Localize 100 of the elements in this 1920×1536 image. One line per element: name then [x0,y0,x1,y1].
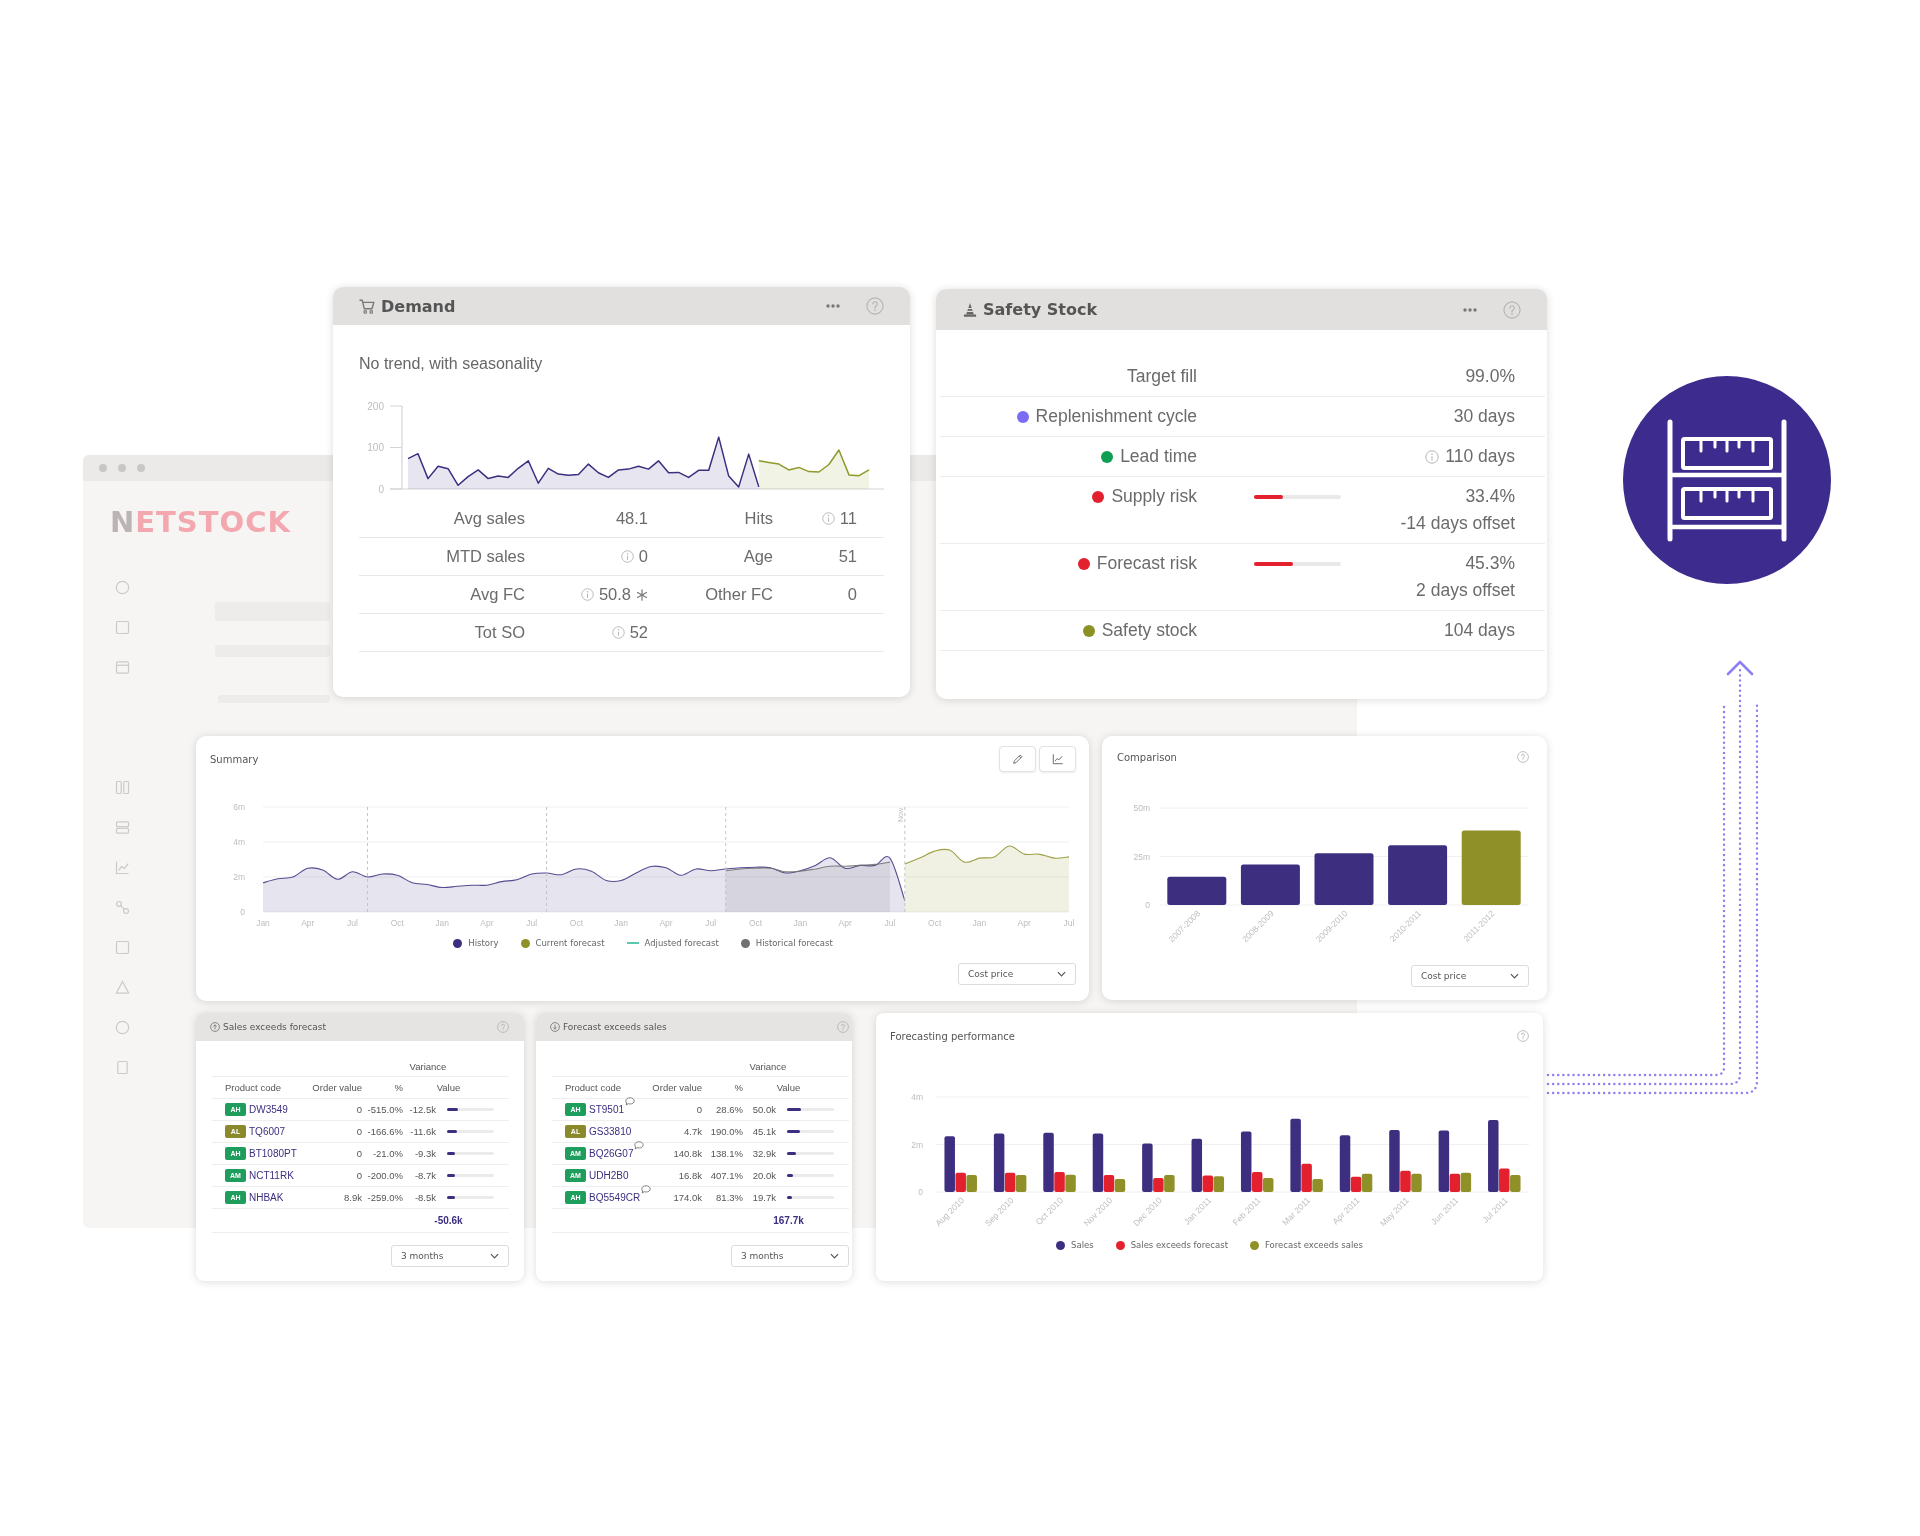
table-cell-text: 0 [355,1148,362,1159]
columns-icon[interactable] [115,780,130,795]
bar [1065,1174,1076,1192]
metric-label: Supply risk [1111,485,1197,508]
axis-label: Oct [390,918,404,928]
metric-label: Lead time [1120,445,1197,468]
nodes-icon[interactable] [115,900,130,915]
circle-icon[interactable] [115,580,130,595]
axis-label: Jul [1063,918,1075,928]
square-icon[interactable] [115,620,130,635]
product-link[interactable]: BQ5549CR [589,1192,641,1203]
metric-label: Target fill [1126,365,1197,388]
stat-value: 52 [629,623,648,642]
price-dropdown[interactable]: Cost price [1411,965,1529,987]
product-link[interactable]: BT1080PT [249,1148,297,1159]
line-chart-icon[interactable] [115,860,130,875]
line-chart-icon [1051,753,1064,765]
stat-label: Other FC [704,585,773,604]
product-link[interactable]: ST9501 [589,1104,625,1115]
table-cell-text: -166.6% [366,1126,403,1137]
period-dropdown[interactable]: 3 months [391,1245,509,1267]
axis-label: 2m [911,1139,923,1150]
product-link[interactable]: DW3549 [249,1104,288,1115]
axis-label: Jan [435,918,449,928]
shelving-icon [1623,376,1831,584]
comment-icon[interactable] [641,1185,652,1194]
legend-label: Historical forecast [755,938,833,948]
period-dropdown[interactable]: 3 months [731,1245,849,1267]
stat-value: 50.8 [598,585,631,604]
more-icon[interactable] [826,304,840,308]
more-icon[interactable] [1463,307,1477,312]
window-icon[interactable] [115,660,130,675]
caret-icon [490,1253,499,1259]
axis-label: Jan [256,918,270,928]
help-icon[interactable] [866,297,884,315]
table-cell-text: 8.9k [343,1192,362,1203]
table-cell-text: 138.1% [709,1148,743,1159]
window-dot-icon [118,464,126,472]
axis-label: Jul [884,918,896,928]
legend-label: Adjusted forecast [644,938,719,948]
table-cell-text: -12.5k [408,1104,436,1115]
comment-icon[interactable] [634,1141,645,1150]
rows-icon[interactable] [115,820,130,835]
info-icon[interactable] [580,588,594,601]
comment-icon[interactable] [625,1097,636,1106]
axis-label: Apr [301,918,315,928]
logo: NETSTOCK [110,506,291,539]
card-title: Forecast exceeds sales [563,1022,667,1032]
bar [1411,1173,1422,1192]
product-link[interactable]: UDH2B0 [589,1170,629,1181]
caret-icon [1057,971,1066,977]
axis-label: 4m [911,1092,923,1102]
product-link[interactable]: NHBAK [249,1192,284,1203]
product-link[interactable]: NCT11RK [249,1170,294,1181]
square-icon[interactable] [115,940,130,955]
stat-label: Hits [743,509,773,528]
help-icon[interactable] [1517,751,1529,763]
legend-label: Current forecast [535,938,605,948]
help-icon[interactable] [837,1021,849,1033]
info-icon[interactable] [1425,449,1440,464]
table-cell-text: -11.6k [409,1126,436,1137]
stat-value: 0 [847,585,857,604]
table-cell-text: -515.0% [366,1104,403,1115]
price-dropdown[interactable]: Cost price [958,963,1076,985]
axis-label: Jan [614,918,629,928]
metric-label: Safety stock [1101,619,1197,642]
table-cell-text: 190.0% [709,1126,743,1137]
page-icon[interactable] [115,1060,130,1075]
total-value: 167.7k [772,1215,805,1226]
table-cell-text: 140.8k [672,1148,702,1159]
table-cell-text: 32.9k [751,1148,776,1159]
product-link[interactable]: GS33810 [589,1126,632,1137]
bar [1388,845,1448,905]
bar [1240,864,1300,905]
product-link[interactable]: TQ6007 [249,1126,286,1137]
product-link[interactable]: BQ26G07 [589,1148,634,1159]
table-cell-text: -200.0% [366,1170,403,1181]
info-icon[interactable] [611,626,625,639]
bar [966,1174,977,1192]
help-icon[interactable] [1503,300,1521,319]
offset-note: -14 days offset [1400,512,1515,535]
axis-label: 50m [1133,803,1150,813]
arrow-up-circle-icon [210,1022,220,1032]
axis-label: Oct [928,918,942,928]
chart-button[interactable] [1039,746,1076,772]
help-icon[interactable] [1517,1030,1529,1042]
card-title: Demand [381,296,456,316]
metric-value: 110 days [1445,445,1515,468]
circle-icon[interactable] [115,1020,130,1035]
help-icon[interactable] [497,1021,509,1033]
info-icon[interactable] [620,550,634,563]
column-header: Product code [225,1082,282,1093]
info-icon[interactable] [821,512,835,525]
edit-button[interactable] [999,746,1036,772]
bar [1164,1174,1175,1192]
bar [1167,876,1227,905]
triangle-icon[interactable] [115,980,130,995]
stat-label: Avg FC [469,585,525,604]
table-cell-text: 174.0k [672,1192,702,1203]
trend-label: No trend, with seasonality [359,354,544,374]
